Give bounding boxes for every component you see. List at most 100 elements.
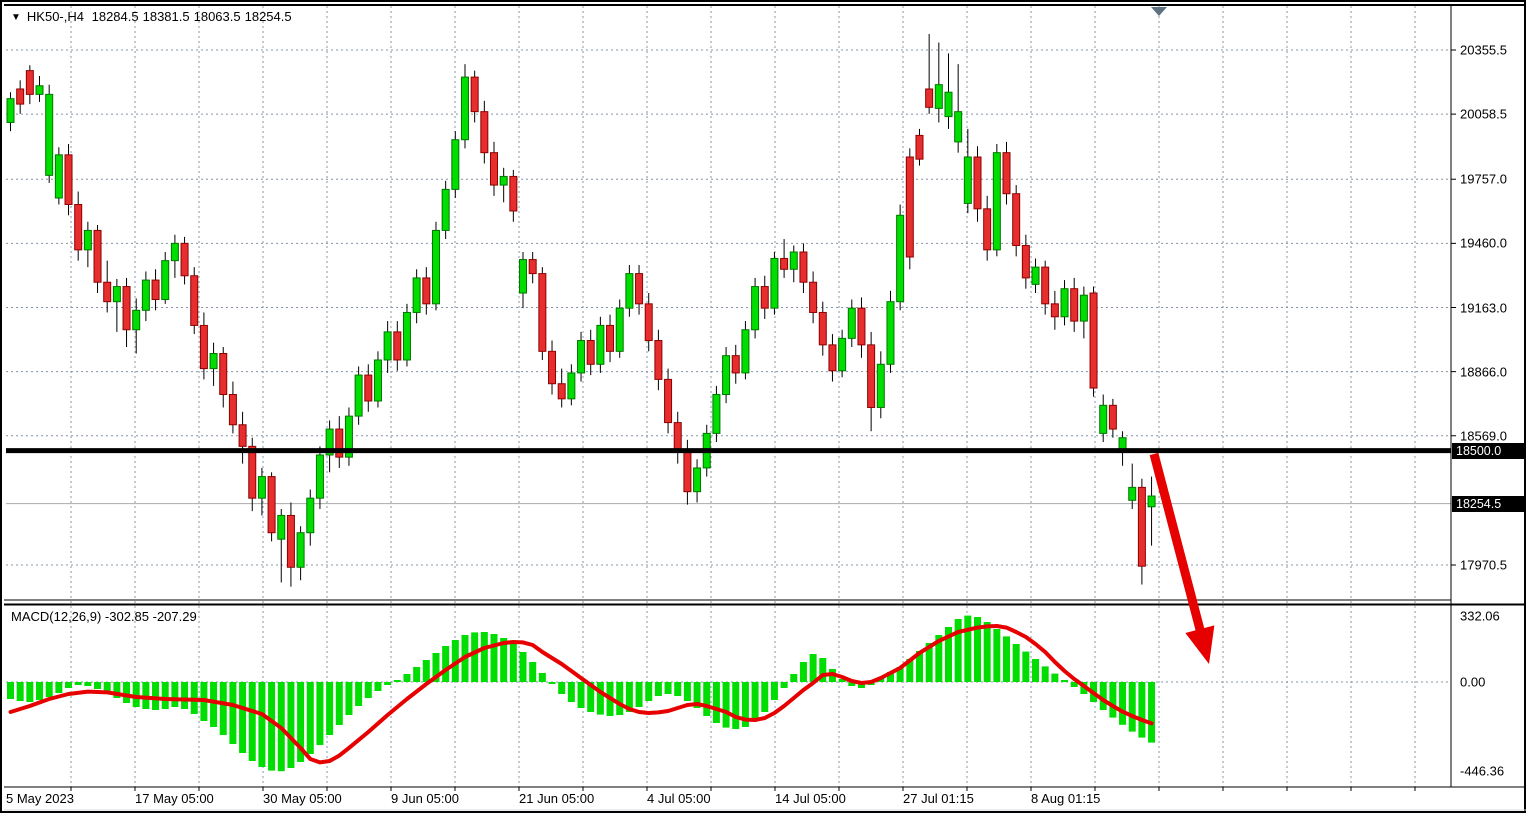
macd-histogram-bar <box>75 682 82 685</box>
macd-histogram-bar <box>616 682 623 715</box>
candlestick <box>520 260 527 293</box>
time-axis-label[interactable]: 17 May 05:00 <box>135 791 214 806</box>
candlestick <box>761 287 768 309</box>
candlestick <box>171 243 178 260</box>
macd-histogram-bar <box>258 682 265 767</box>
candlestick <box>307 498 314 533</box>
time-axis-label[interactable]: 27 Jul 01:15 <box>903 791 974 806</box>
macd-histogram-bar <box>403 674 410 682</box>
macd-histogram-bar <box>655 682 662 696</box>
price-axis-label: 19460.0 <box>1460 236 1507 251</box>
macd-histogram-bar <box>810 654 817 682</box>
macd-histogram-bar <box>1042 666 1049 682</box>
macd-histogram-bar <box>529 662 536 682</box>
price-axis-label: 17970.5 <box>1460 558 1507 573</box>
candlestick <box>1003 153 1010 194</box>
macd-histogram-bar <box>423 660 430 682</box>
time-axis-label[interactable]: 4 Jul 05:00 <box>647 791 711 806</box>
candlestick <box>723 356 730 395</box>
candlestick <box>558 384 565 399</box>
candlestick <box>1042 267 1049 304</box>
time-axis-label[interactable]: 21 Jun 05:00 <box>519 791 594 806</box>
price-axis-label: 20355.5 <box>1460 43 1507 58</box>
candlestick <box>732 356 739 373</box>
candlestick <box>1061 289 1068 317</box>
ohlc-low: 18063.5 <box>194 9 241 24</box>
macd-histogram-bar <box>549 682 556 684</box>
macd-histogram-bar <box>1109 682 1116 718</box>
macd-histogram-bar <box>316 682 323 745</box>
macd-histogram-bar <box>558 682 565 694</box>
ohlc-high: 18381.5 <box>143 9 190 24</box>
symbol-timeframe: HK50-,H4 <box>27 9 84 24</box>
chart-canvas[interactable] <box>2 2 1526 815</box>
candlestick <box>46 94 53 175</box>
candlestick <box>752 287 759 330</box>
candlestick <box>626 274 633 309</box>
macd-histogram-bar <box>510 644 517 682</box>
time-axis-label[interactable]: 9 Jun 05:00 <box>391 791 459 806</box>
candlestick <box>1129 487 1136 500</box>
candlestick <box>365 375 372 401</box>
candlestick <box>471 77 478 112</box>
chart-title: ▼HK50-,H4 18284.518381.518063.518254.5 <box>11 9 296 24</box>
candlestick <box>964 157 971 203</box>
candlestick <box>684 451 691 492</box>
macd-histogram-bar <box>1022 652 1029 682</box>
candlestick <box>568 373 575 399</box>
candlestick <box>123 287 130 330</box>
macd-histogram-bar <box>1051 674 1058 682</box>
candlestick <box>636 274 643 304</box>
candlestick <box>268 477 275 533</box>
macd-histogram-bar <box>1148 682 1155 743</box>
candlestick <box>578 341 585 373</box>
macd-histogram-bar <box>713 682 720 723</box>
macd-histogram-bar <box>94 682 101 689</box>
candlestick <box>984 209 991 250</box>
macd-histogram-bar <box>1061 680 1068 682</box>
candlestick <box>200 325 207 368</box>
trading-terminal-chart: { "header": { "marker": "▼", "symbol_tim… <box>0 0 1526 813</box>
candlestick <box>258 477 265 499</box>
macd-histogram-bar <box>307 682 314 754</box>
candlestick <box>897 215 904 301</box>
candlestick <box>220 353 227 394</box>
macd-histogram-bar <box>287 682 294 768</box>
candlestick <box>249 446 256 498</box>
trend-arrow-head[interactable] <box>1185 625 1214 664</box>
macd-histogram-bar <box>374 682 381 691</box>
time-axis-label[interactable]: 8 Aug 01:15 <box>1031 791 1100 806</box>
bar-position-marker[interactable] <box>1151 7 1167 16</box>
macd-histogram-bar <box>674 682 681 696</box>
candlestick <box>113 287 120 302</box>
macd-histogram-bar <box>955 619 962 682</box>
price-axis-label: 19163.0 <box>1460 300 1507 315</box>
candlestick <box>839 338 846 370</box>
time-axis-label[interactable]: 5 May 2023 <box>6 791 74 806</box>
macd-histogram-bar <box>539 673 546 682</box>
macd-histogram-bar <box>597 682 604 715</box>
candlestick <box>461 77 468 140</box>
macd-histogram-bar <box>181 682 188 709</box>
candlestick <box>229 395 236 425</box>
candlestick <box>1090 293 1097 388</box>
macd-histogram-bar <box>17 682 24 701</box>
macd-histogram-bar <box>46 682 53 697</box>
macd-histogram-bar <box>752 682 759 721</box>
candlestick <box>55 155 62 198</box>
time-axis-label[interactable]: 14 Jul 05:00 <box>775 791 846 806</box>
macd-histogram-bar <box>1119 682 1126 725</box>
candlestick <box>17 89 24 104</box>
trend-arrow-shaft[interactable] <box>1154 454 1201 635</box>
macd-histogram-bar <box>152 682 159 710</box>
macd-histogram-bar <box>336 682 343 725</box>
candlestick <box>781 258 788 269</box>
candlestick <box>694 468 701 492</box>
candlestick <box>790 252 797 269</box>
macd-histogram-bar <box>65 682 72 688</box>
macd-histogram-bar <box>326 682 333 735</box>
candlestick <box>403 312 410 360</box>
time-axis-label[interactable]: 30 May 05:00 <box>263 791 342 806</box>
macd-histogram-bar <box>220 682 227 735</box>
candlestick <box>1138 487 1145 566</box>
